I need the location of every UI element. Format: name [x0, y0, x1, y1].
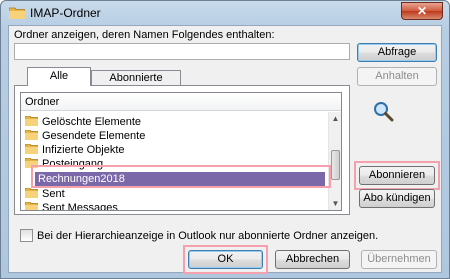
- vertical-scrollbar[interactable]: ▲ ▼: [328, 112, 341, 210]
- folder-icon: [25, 202, 38, 210]
- close-icon: ✕: [416, 4, 428, 18]
- column-header-folder: Ordner: [25, 96, 60, 108]
- subscribe-button[interactable]: Abonnieren: [359, 166, 435, 185]
- scroll-thumb[interactable]: [331, 150, 340, 180]
- tab-panel: Ordner Gelöschte Elemente Gesendete Elem…: [14, 85, 350, 215]
- list-header[interactable]: Ordner: [21, 93, 341, 111]
- tab-all[interactable]: Alle: [27, 67, 91, 86]
- list-item[interactable]: Posteingang: [25, 157, 329, 171]
- unsubscribe-button[interactable]: Abo kündigen: [359, 189, 435, 208]
- tab-subscribed[interactable]: Abonnierte: [91, 70, 181, 86]
- folder-icon: [9, 7, 25, 19]
- close-button[interactable]: ✕: [401, 2, 443, 20]
- folder-search-input[interactable]: [14, 43, 350, 60]
- folder-icon: [25, 130, 38, 140]
- list-item[interactable]: Gesendete Elemente: [25, 129, 329, 143]
- scroll-down-icon[interactable]: ▼: [329, 197, 341, 210]
- imap-folders-dialog: IMAP-Ordner ✕ Ordner anzeigen, deren Nam…: [0, 0, 450, 279]
- folder-icon: [25, 116, 38, 126]
- hierarchy-checkbox-label: Bei der Hierarchieanzeige in Outlook nur…: [37, 230, 379, 242]
- search-label: Ordner anzeigen, deren Namen Folgendes e…: [14, 29, 275, 41]
- cancel-button[interactable]: Abbrechen: [275, 250, 350, 269]
- folder-list[interactable]: Ordner Gelöschte Elemente Gesendete Elem…: [20, 92, 342, 211]
- folder-icon: [25, 188, 38, 198]
- scroll-up-icon[interactable]: ▲: [329, 112, 341, 125]
- list-item[interactable]: Sent Messages: [25, 201, 329, 210]
- query-button[interactable]: Abfrage: [357, 43, 437, 62]
- stop-button[interactable]: Anhalten: [357, 67, 437, 86]
- list-item[interactable]: Sent: [25, 187, 329, 201]
- list-item[interactable]: Gelöschte Elemente: [25, 115, 329, 129]
- folder-icon: [25, 144, 38, 154]
- search-icon: [374, 102, 394, 122]
- dialog-body: Ordner anzeigen, deren Namen Folgendes e…: [8, 25, 442, 274]
- ok-button[interactable]: OK: [188, 250, 263, 269]
- list-item-selected[interactable]: Rechnungen2018: [35, 172, 325, 187]
- list-item[interactable]: Infizierte Objekte: [25, 143, 329, 157]
- hierarchy-checkbox[interactable]: [20, 229, 33, 242]
- apply-button[interactable]: Übernehmen: [361, 250, 437, 269]
- folder-icon: [25, 158, 38, 168]
- window-title: IMAP-Ordner: [30, 6, 101, 20]
- title-bar[interactable]: IMAP-Ordner ✕: [1, 1, 449, 25]
